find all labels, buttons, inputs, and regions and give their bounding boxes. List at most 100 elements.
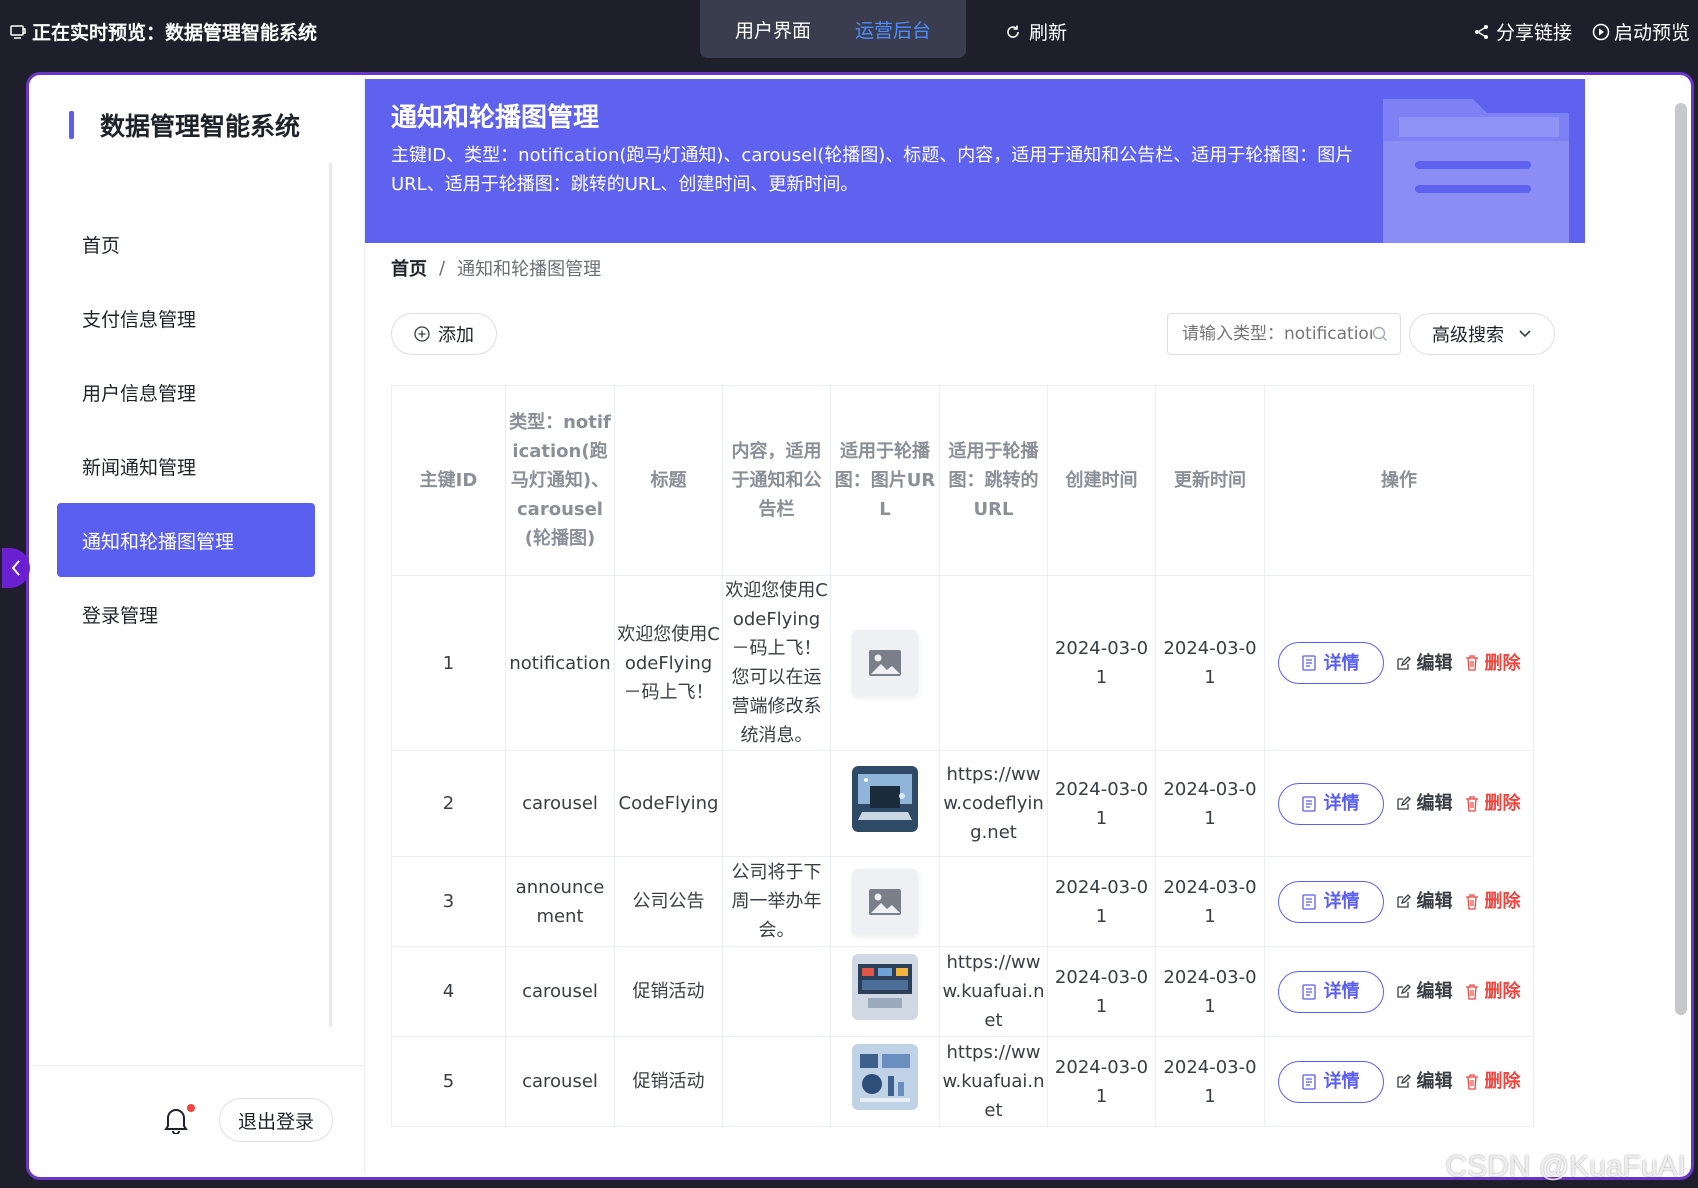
view-switch: 用户界面 运营后台 [700,0,966,58]
trash-icon [1465,655,1478,671]
breadcrumb-home[interactable]: 首页 [391,255,427,281]
delete-label: 删除 [1484,981,1521,1002]
cell-type: carousel [505,946,615,1037]
edit-label: 编辑 [1416,981,1453,1002]
document-icon [1301,655,1316,671]
notification-bell[interactable] [163,1104,195,1136]
trash-icon [1465,795,1478,812]
edit-button[interactable]: 编辑 [1396,887,1453,916]
sidebar-item-notifications[interactable]: 通知和轮播图管理 [57,503,315,577]
sidebar-item-news[interactable]: 新闻通知管理 [57,429,315,503]
cell-image[interactable] [830,946,940,1037]
cell-link: https://www.kuafuai.net [939,1036,1048,1127]
unread-dot [187,1104,195,1112]
col-header-created[interactable]: 创建时间 [1047,385,1156,576]
detail-button[interactable]: 详情 [1277,880,1384,923]
search-icon[interactable] [1372,326,1388,342]
start-preview-button[interactable]: 启动预览 [1592,18,1690,45]
delete-button[interactable]: 删除 [1465,789,1521,818]
share-link-button[interactable]: 分享链接 [1474,18,1572,45]
breadcrumb-current: 通知和轮播图管理 [457,259,602,280]
trash-icon [1465,983,1478,1000]
delete-button[interactable]: 删除 [1465,887,1521,916]
edit-icon [1396,796,1411,810]
cell-content: 欢迎您使用CodeFlying－码上飞！您可以在运营端修改系统消息。 [722,575,831,751]
cell-actions: 详情 编辑 删除 [1264,946,1534,1037]
add-button[interactable]: 添加 [391,313,497,355]
col-header-content[interactable]: 内容，适用于通知和公告栏 [722,385,831,576]
image-icon [869,650,901,676]
col-header-type[interactable]: 类型：notification(跑马灯通知)、carousel(轮播图) [505,385,615,576]
cell-title: 公司公告 [614,856,723,947]
cell-image[interactable] [830,750,940,857]
preview-title-text: 正在实时预览：数据管理智能系统 [32,22,318,44]
delete-label: 删除 [1484,891,1521,912]
folder-illustration [1383,99,1569,243]
table-row: 4 carousel 促销活动 https://www.kuafuai.net 2024… [391,946,1534,1037]
play-icon [1592,23,1610,40]
bell-icon [164,1109,188,1135]
plus-circle-icon [414,326,430,342]
breadcrumb-separator: / [439,257,446,279]
edit-button[interactable]: 编辑 [1396,649,1453,678]
search-input[interactable] [1182,324,1372,344]
main-content: 通知和轮播图管理 主键ID、类型：notification(跑马灯通知)、car… [365,79,1687,1173]
app-window: 数据管理智能系统 首页 支付信息管理 用户信息管理 新闻通知管理 通知和轮播图管… [33,79,1687,1173]
cell-link [939,856,1048,947]
col-header-updated[interactable]: 更新时间 [1155,385,1265,576]
col-header-link[interactable]: 适用于轮播图：跳转的URL [939,385,1048,576]
image-placeholder [852,630,918,696]
sidebar-item-users[interactable]: 用户信息管理 [57,355,315,429]
edit-label: 编辑 [1416,1071,1453,1092]
refresh-button[interactable]: 刷新 [1005,18,1067,45]
breadcrumb: 首页 / 通知和轮播图管理 [391,255,601,281]
cell-id: 4 [391,946,506,1037]
cell-type: carousel [505,1036,615,1127]
scrollbar-thumb[interactable] [1675,103,1687,1015]
col-header-image[interactable]: 适用于轮播图：图片URL [830,385,940,576]
switch-admin[interactable]: 运营后台 [855,16,931,43]
cell-type: carousel [505,750,615,857]
edit-button[interactable]: 编辑 [1396,977,1453,1006]
document-icon [1301,893,1316,910]
trash-icon [1465,893,1478,910]
col-header-id[interactable]: 主键ID [391,385,506,576]
search-box [1167,313,1401,355]
edit-icon [1396,655,1411,670]
sidebar-scrollbar[interactable] [329,163,332,1027]
cell-created: 2024-03-01 [1047,750,1156,857]
delete-button[interactable]: 删除 [1465,1067,1521,1096]
detail-button[interactable]: 详情 [1277,970,1384,1013]
table-row: 3 announcement 公司公告 公司将于下周一举办年会。 2024-03-01 2… [391,856,1534,947]
cell-updated: 2024-03-01 [1155,750,1265,857]
cell-image[interactable] [830,856,940,947]
sidebar-item-home[interactable]: 首页 [57,207,315,281]
table-body: 1 notification 欢迎您使用CodeFlying－码上飞！ 欢迎您使用Co… [391,575,1534,1127]
delete-button[interactable]: 删除 [1465,977,1521,1006]
cell-created: 2024-03-01 [1047,946,1156,1037]
document-icon [1301,795,1316,812]
switch-user-ui[interactable]: 用户界面 [735,16,811,43]
detail-button[interactable]: 详情 [1277,782,1384,825]
detail-button[interactable]: 详情 [1277,1060,1384,1103]
delete-button[interactable]: 删除 [1465,649,1521,678]
detail-button[interactable]: 详情 [1277,642,1384,684]
sidebar-item-payment[interactable]: 支付信息管理 [57,281,315,355]
edit-button[interactable]: 编辑 [1396,789,1453,818]
edit-label: 编辑 [1416,793,1453,814]
cell-image[interactable] [830,575,940,751]
main-scrollbar[interactable] [1673,99,1687,1039]
logout-button[interactable]: 退出登录 [219,1098,333,1142]
advanced-search-label: 高级搜索 [1432,325,1504,346]
cell-image[interactable] [830,1036,940,1127]
chevron-left-icon [11,560,20,576]
advanced-search-button[interactable]: 高级搜索 [1409,313,1555,355]
cell-content [722,750,831,857]
edit-icon [1396,894,1411,908]
cell-content [722,1036,831,1127]
sidebar-menu: 首页 支付信息管理 用户信息管理 新闻通知管理 通知和轮播图管理 登录管理 [57,207,315,651]
cell-updated: 2024-03-01 [1155,856,1265,947]
edit-button[interactable]: 编辑 [1396,1067,1453,1096]
col-header-title[interactable]: 标题 [614,385,723,576]
sidebar-item-login[interactable]: 登录管理 [57,577,315,651]
